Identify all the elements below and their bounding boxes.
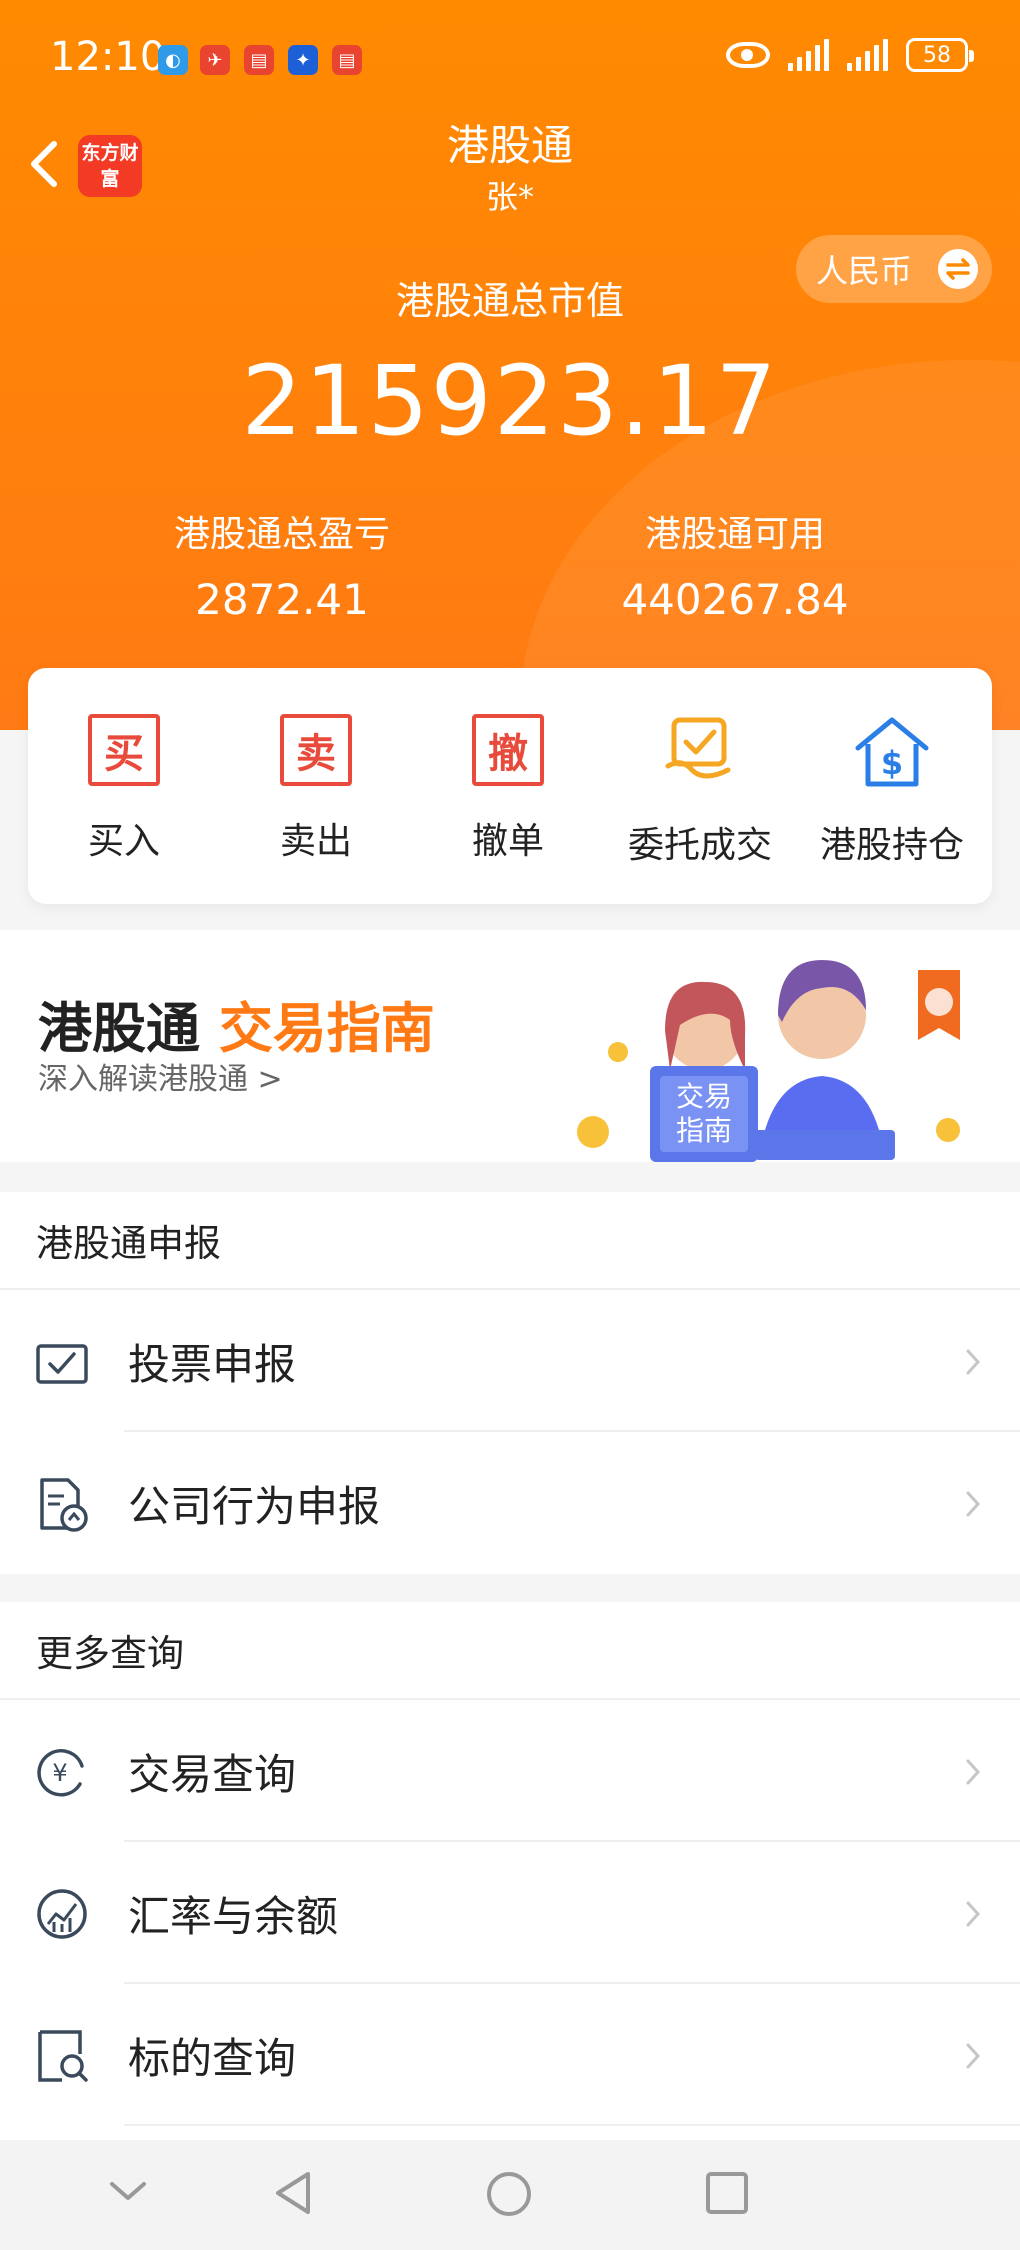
banner-title-highlight: 交易指南 [218,997,435,1060]
back-icon[interactable] [270,2168,316,2218]
list-item-exchange-rate-balance[interactable]: 汇率与余额 [0,1842,1020,1984]
buy-label: 买入 [87,821,160,862]
list-item-label: 汇率与余额 [128,1891,339,1941]
chevron-right-icon [966,1349,981,1375]
book-text-1: 交易 [676,1080,732,1113]
hk-holdings-label: 港股持仓 [819,825,964,866]
profit-label: 港股通总盈亏 [173,514,390,555]
buy-icon: 买 [88,714,160,786]
profit-stat: 港股通总盈亏 2872.41 [112,505,452,624]
home-icon[interactable] [485,2170,533,2218]
status-bar: 12:10 ◐ ✈ ▤ ✦ ▤ 58 [0,0,1020,120]
battery-icon: 58 [906,38,974,72]
section-title-declaration: 港股通申报 [0,1192,1020,1290]
orders-trades-button[interactable]: 委托成交 [604,714,796,868]
battery-level: 58 [923,42,951,68]
trade-actions-card: 买 买入 卖 卖出 撤 撤单 委托成交 $ 港股持仓 [28,668,992,904]
status-time: 12:10 [50,34,166,80]
document-upload-icon [40,1478,88,1532]
notification-app-icon: ✦ [288,45,318,75]
trading-guide-banner[interactable]: 港股通 交易指南 深入解读港股通 > 交易 指南 [0,930,1020,1162]
section-title-queries: 更多查询 [0,1602,1020,1700]
notification-app-icon: ▤ [244,45,274,75]
banner-title: 港股通 交易指南 [38,984,435,1063]
page-title: 港股通 [446,121,573,170]
chevron-right-icon [966,1491,981,1517]
chevron-right-icon [966,1901,981,1927]
sell-button[interactable]: 卖 卖出 [220,714,412,864]
notification-app-icon: ◐ [158,45,188,75]
sell-label: 卖出 [279,821,352,862]
total-market-value-label: 港股通总市值 [395,279,624,323]
buy-button[interactable]: 买 买入 [28,714,220,864]
profit-value: 2872.41 [195,575,369,624]
sell-icon: 卖 [280,714,352,786]
more-queries-section: 更多查询 ¥ 交易查询 汇率与余额 标的查询 [0,1602,1020,2140]
available-value: 440267.84 [621,575,849,624]
house-dollar-icon: $ [855,717,929,787]
list-item-label: 公司行为申报 [128,1481,381,1531]
search-doc-icon [38,2030,88,2082]
system-navigation-bar [0,2140,1020,2250]
guide-illustration: 交易 指南 [577,960,960,1162]
list-item-target-query[interactable]: 标的查询 [0,1984,1020,2126]
signal-icon [788,39,829,71]
svg-text:¥: ¥ [52,1759,67,1787]
chart-gauge-icon [37,1889,87,1939]
cancel-order-icon: 撤 [472,714,544,786]
orders-check-icon [665,717,731,779]
orders-trades-label: 委托成交 [627,825,772,866]
account-name: 张* [485,178,534,216]
available-stat: 港股通可用 440267.84 [565,505,905,624]
list-item-vote-declaration[interactable]: 投票申报 [0,1290,1020,1432]
total-market-value: 215923.17 [241,345,779,457]
banner-subtitle: 深入解读港股通 > [38,1062,283,1097]
book-text-2: 指南 [676,1114,732,1147]
account-header: 12:10 ◐ ✈ ▤ ✦ ▤ 58 东方财富 港股通 张* 人民币 港股通总市… [0,0,1020,730]
hk-holdings-button[interactable]: $ 港股持仓 [796,714,988,868]
cancel-order-button[interactable]: 撤 撤单 [412,714,604,864]
banner-title-main: 港股通 [38,997,200,1060]
eye-icon [726,42,770,68]
notification-app-icon: ▤ [332,45,362,75]
recents-icon[interactable] [704,2170,750,2216]
list-item-label: 交易查询 [128,1749,297,1799]
list-item-corporate-action-declaration[interactable]: 公司行为申报 [0,1432,1020,1574]
available-label: 港股通可用 [644,514,825,555]
list-item-label: 标的查询 [128,2033,297,2083]
cancel-order-label: 撤单 [471,821,544,862]
list-item-trade-query[interactable]: ¥ 交易查询 [0,1700,1020,1842]
svg-text:$: $ [881,744,903,782]
notification-app-icon: ✈ [200,45,230,75]
vote-icon [36,1344,88,1384]
chevron-right-icon [966,1759,981,1785]
list-item-label: 投票申报 [128,1339,297,1389]
chevron-right-icon [966,2043,981,2069]
signal-icon [847,39,888,71]
divider [124,2124,1020,2126]
yuan-refresh-icon: ¥ [37,1749,84,1797]
hk-declaration-section: 港股通申报 投票申报 公司行为申报 [0,1192,1020,1574]
hide-keyboard-icon[interactable] [108,2176,148,2206]
